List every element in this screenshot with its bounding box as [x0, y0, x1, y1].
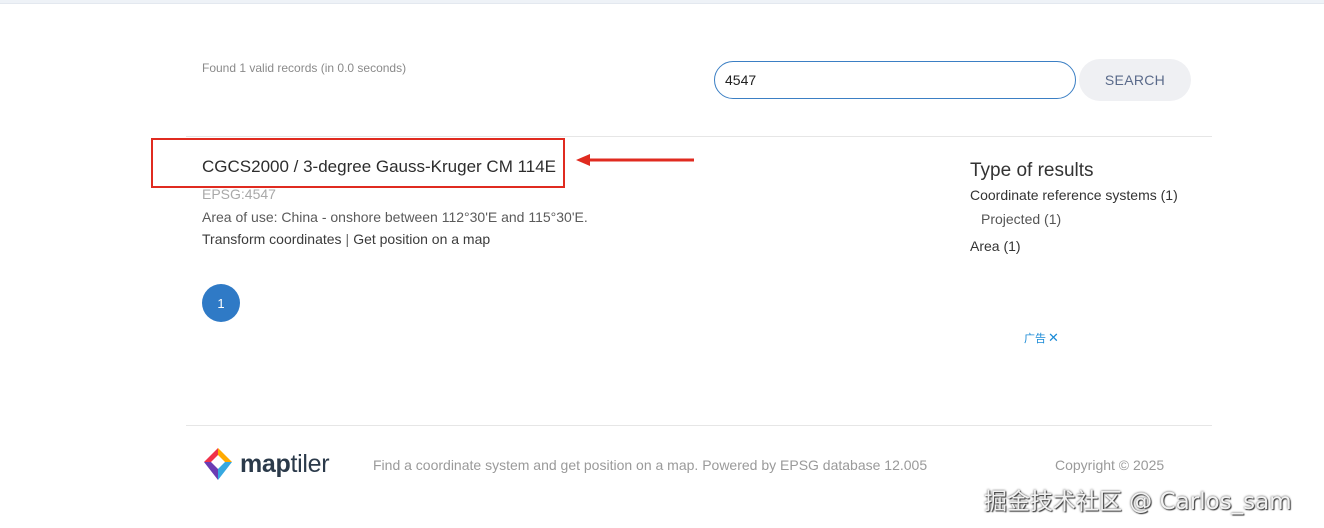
search-input[interactable] — [714, 61, 1076, 99]
result-area-of-use: Area of use: China - onshore between 112… — [202, 209, 588, 225]
logo-text-light: tiler — [290, 449, 330, 478]
results-count-text: Found 1 valid records (in 0.0 seconds) — [202, 61, 407, 75]
maptiler-logo[interactable]: maptiler — [202, 446, 330, 482]
logo-text-bold: map — [240, 449, 291, 478]
result-links: Transform coordinates | Get position on a … — [202, 231, 490, 247]
ad-marker[interactable]: 广告 ✕ — [1024, 330, 1059, 346]
facets-title: Type of results — [970, 160, 1094, 181]
footer-divider — [186, 425, 1212, 426]
annotation-arrow-icon — [576, 154, 694, 166]
close-icon[interactable]: ✕ — [1048, 330, 1059, 346]
facet-projected-link[interactable]: Projected (1) — [981, 211, 1061, 227]
link-separator: | — [345, 231, 350, 247]
search-button[interactable]: SEARCH — [1079, 59, 1191, 101]
transform-coordinates-link[interactable]: Transform coordinates — [202, 231, 342, 247]
facet-area-link[interactable]: Area (1) — [970, 238, 1021, 254]
top-strip — [0, 0, 1324, 4]
watermark-text: 掘金技术社区 @ Carlos_sam — [984, 489, 1292, 515]
maptiler-logo-text: maptiler — [240, 449, 330, 479]
get-position-link[interactable]: Get position on a map — [353, 231, 490, 247]
result-epsg-code: EPSG:4547 — [202, 186, 276, 202]
ad-label: 广告 — [1024, 333, 1046, 345]
annotation-highlight-box — [151, 138, 565, 188]
divider — [186, 136, 1212, 137]
footer-tagline: Find a coordinate system and get positio… — [373, 457, 928, 473]
maptiler-logo-icon — [202, 446, 234, 482]
footer-copyright: Copyright © 2025 — [1055, 457, 1165, 473]
facet-crs-link[interactable]: Coordinate reference systems (1) — [970, 187, 1178, 203]
pagination-page-button[interactable]: 1 — [202, 284, 240, 322]
